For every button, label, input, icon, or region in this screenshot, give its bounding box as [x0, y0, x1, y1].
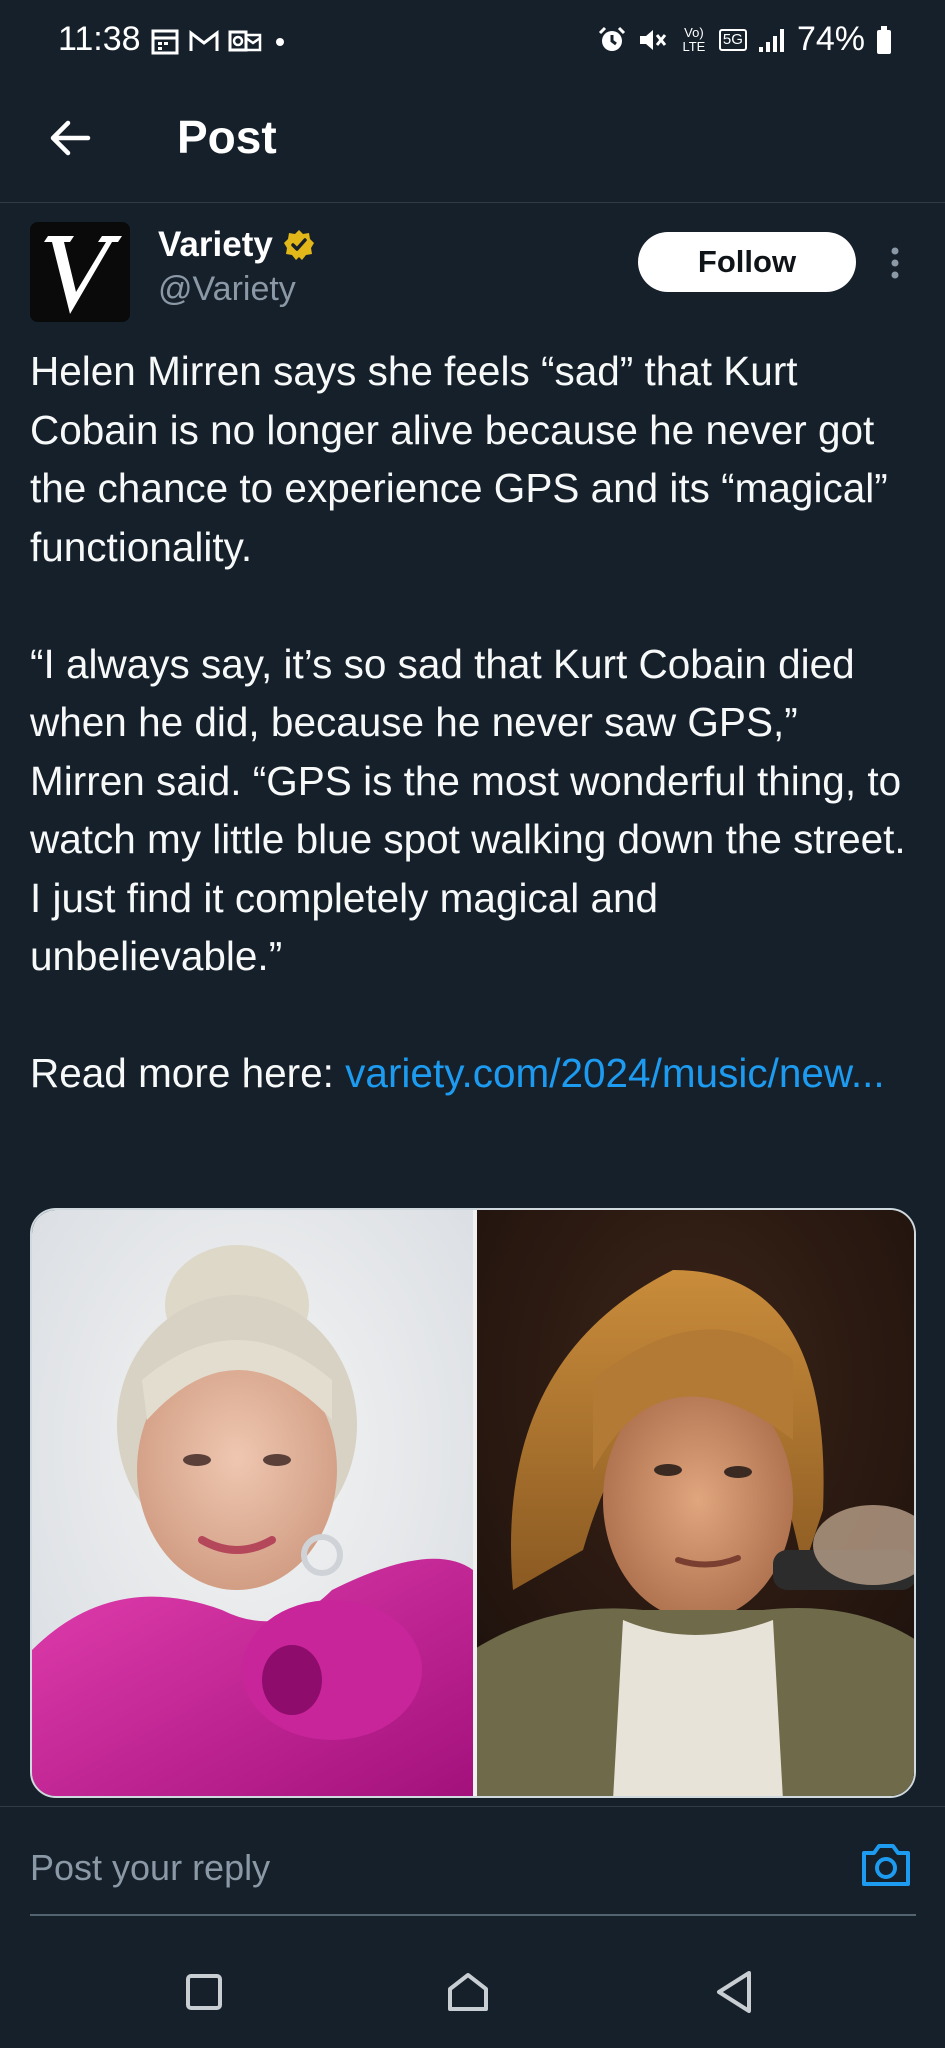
read-more-line: Read more here: variety.com/2024/music/n…	[30, 1044, 910, 1103]
calendar-icon	[151, 29, 179, 55]
post-paragraph-2: “I always say, it’s so sad that Kurt Cob…	[30, 640, 906, 980]
variety-logo-icon	[30, 222, 130, 322]
author-handle[interactable]: @Variety	[158, 270, 296, 309]
recents-button[interactable]	[174, 1962, 234, 2022]
system-icons: Vo) LTE 5G 74%	[597, 20, 893, 59]
recents-icon	[186, 1974, 222, 2010]
system-nav-bar	[0, 1940, 945, 2048]
camera-button[interactable]	[858, 1839, 914, 1891]
outlook-icon	[228, 30, 262, 52]
camera-icon	[862, 1844, 910, 1886]
alarm-icon	[598, 26, 625, 51]
media-divider	[473, 1210, 477, 1796]
gmail-icon	[189, 29, 219, 51]
article-link[interactable]: variety.com/2024/music/new...	[345, 1050, 884, 1096]
page-title: Post	[177, 111, 277, 163]
status-time: 11:38	[58, 20, 141, 58]
status-bar: 11:38 Vo) LTE 5G 74%	[0, 0, 945, 84]
more-vertical-icon	[891, 247, 899, 279]
author-name[interactable]: Variety	[158, 225, 315, 265]
volte-icon: Vo) LTE	[682, 24, 706, 54]
more-options-button[interactable]	[880, 238, 910, 288]
avatar[interactable]	[30, 222, 130, 322]
5g-icon: 5G	[718, 28, 747, 51]
post-media[interactable]	[30, 1208, 916, 1798]
post-text: Helen Mirren says she feels “sad” that K…	[30, 342, 910, 1103]
battery-icon	[877, 25, 891, 54]
helen-mirren-photo[interactable]	[32, 1210, 473, 1796]
top-app-bar: Post	[0, 84, 945, 203]
reply-input[interactable]: Post your reply	[30, 1847, 270, 1889]
signal-icon	[758, 28, 784, 52]
kurt-cobain-image	[473, 1210, 914, 1796]
notification-icons	[150, 26, 290, 56]
read-more-prefix: Read more here:	[30, 1050, 346, 1096]
home-icon	[448, 1973, 488, 2011]
nav-back-button[interactable]	[704, 1962, 764, 2022]
reply-underline	[30, 1914, 916, 1916]
home-button[interactable]	[438, 1962, 498, 2022]
reply-bar: Post your reply	[0, 1806, 945, 1919]
dot-icon	[276, 38, 284, 46]
mute-icon	[639, 29, 667, 50]
author-name-text: Variety	[158, 225, 273, 264]
follow-button[interactable]: Follow	[638, 232, 856, 292]
verified-badge-icon	[283, 230, 314, 260]
helen-mirren-image	[32, 1210, 473, 1796]
post-paragraph-1: Helen Mirren says she feels “sad” that K…	[30, 348, 888, 570]
arrow-left-icon	[50, 120, 91, 156]
triangle-back-icon	[717, 1971, 751, 2013]
kurt-cobain-photo[interactable]	[473, 1210, 914, 1796]
battery-percent: 74%	[796, 20, 865, 58]
back-arrow-button[interactable]	[40, 108, 100, 168]
